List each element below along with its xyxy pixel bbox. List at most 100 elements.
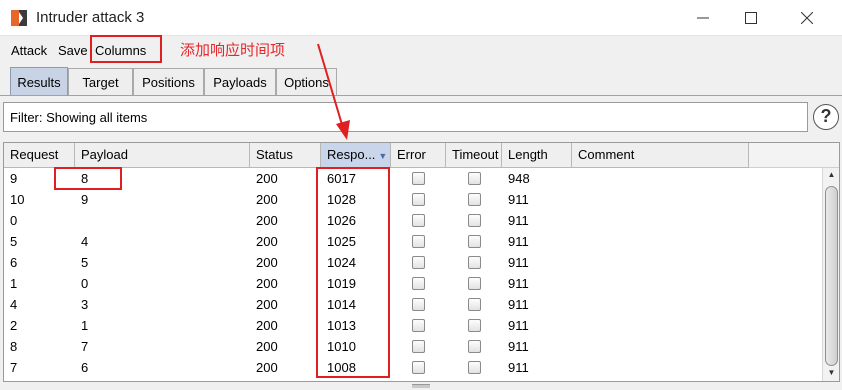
tab-results[interactable]: Results bbox=[10, 67, 68, 96]
cell-comment bbox=[572, 357, 578, 378]
cell-comment bbox=[572, 273, 578, 294]
cell-status: 200 bbox=[256, 192, 278, 207]
menu-attack[interactable]: Attack bbox=[11, 43, 47, 58]
timeout-checkbox[interactable] bbox=[468, 277, 481, 290]
table-row[interactable]: 4 3 200 1014 911 bbox=[4, 294, 819, 315]
cell-status: 200 bbox=[256, 318, 278, 333]
scrollbar-thumb[interactable] bbox=[825, 186, 838, 366]
menu-save[interactable]: Save bbox=[58, 43, 88, 58]
timeout-checkbox[interactable] bbox=[468, 256, 481, 269]
cell-length: 911 bbox=[508, 213, 529, 228]
cell-payload bbox=[75, 210, 81, 231]
timeout-checkbox[interactable] bbox=[468, 361, 481, 374]
column-header-comment[interactable]: Comment bbox=[572, 143, 749, 168]
error-checkbox[interactable] bbox=[412, 235, 425, 248]
cell-payload: 1 bbox=[81, 318, 89, 333]
table-row[interactable]: 9 8 200 6017 948 bbox=[4, 168, 819, 189]
results-table: Request Payload Status Respo... ▼ Error T… bbox=[3, 142, 840, 382]
tab-label: Results bbox=[17, 74, 61, 90]
help-icon[interactable]: ? bbox=[813, 104, 839, 130]
scroll-down-icon[interactable]: ▼ bbox=[823, 368, 839, 381]
table-row[interactable]: 10 9 200 1028 911 bbox=[4, 189, 819, 210]
table-row[interactable]: 0 200 1026 911 bbox=[4, 210, 819, 231]
column-header-length[interactable]: Length bbox=[502, 143, 572, 168]
minimize-icon bbox=[697, 17, 709, 19]
tab-label: Positions bbox=[142, 74, 195, 90]
maximize-button[interactable] bbox=[728, 0, 774, 36]
cell-request: 8 bbox=[10, 339, 18, 354]
header-label: Length bbox=[508, 147, 548, 162]
cell-length: 911 bbox=[508, 192, 529, 207]
cell-comment bbox=[572, 210, 578, 231]
header-label: Payload bbox=[81, 147, 128, 162]
cell-request: 9 bbox=[10, 171, 18, 186]
error-checkbox[interactable] bbox=[412, 340, 425, 353]
cell-status: 200 bbox=[256, 171, 278, 186]
minimize-button[interactable] bbox=[680, 0, 726, 36]
timeout-checkbox[interactable] bbox=[468, 340, 481, 353]
cell-length: 911 bbox=[508, 339, 529, 354]
maximize-icon bbox=[745, 12, 757, 24]
close-button[interactable] bbox=[784, 0, 830, 36]
timeout-checkbox[interactable] bbox=[468, 298, 481, 311]
cell-payload: 6 bbox=[81, 360, 89, 375]
error-checkbox[interactable] bbox=[412, 193, 425, 206]
error-checkbox[interactable] bbox=[412, 214, 425, 227]
tab-target[interactable]: Target bbox=[68, 68, 133, 95]
cell-comment bbox=[572, 252, 578, 273]
table-row[interactable]: 7 6 200 1008 911 bbox=[4, 357, 819, 378]
error-checkbox[interactable] bbox=[412, 319, 425, 332]
header-label: Comment bbox=[578, 147, 635, 162]
timeout-checkbox[interactable] bbox=[468, 193, 481, 206]
error-checkbox[interactable] bbox=[412, 298, 425, 311]
split-pane-handle[interactable] bbox=[412, 384, 430, 388]
error-checkbox[interactable] bbox=[412, 172, 425, 185]
annotation-arrow-icon bbox=[317, 43, 350, 140]
sort-descending-icon: ▼ bbox=[378, 151, 388, 161]
column-header-payload[interactable]: Payload bbox=[75, 143, 250, 168]
column-header-request[interactable]: Request bbox=[4, 143, 75, 168]
cell-length: 911 bbox=[508, 276, 529, 291]
cell-request: 1 bbox=[10, 276, 18, 291]
tab-label: Target bbox=[82, 74, 119, 90]
tab-payloads[interactable]: Payloads bbox=[204, 68, 276, 95]
error-checkbox[interactable] bbox=[412, 277, 425, 290]
cell-request: 4 bbox=[10, 297, 18, 312]
scroll-up-icon[interactable]: ▲ bbox=[823, 170, 839, 184]
cell-length: 911 bbox=[508, 255, 529, 270]
vertical-scrollbar[interactable]: ▲ ▼ bbox=[822, 168, 839, 381]
timeout-checkbox[interactable] bbox=[468, 172, 481, 185]
cell-request: 5 bbox=[10, 234, 18, 249]
column-header-timeout[interactable]: Timeout bbox=[446, 143, 502, 168]
annotation-box-payload bbox=[54, 167, 122, 190]
header-label: Error bbox=[397, 147, 426, 162]
table-row[interactable]: 1 0 200 1019 911 bbox=[4, 273, 819, 294]
table-row[interactable]: 6 5 200 1024 911 bbox=[4, 252, 819, 273]
table-row[interactable]: 8 7 200 1010 911 bbox=[4, 336, 819, 357]
table-row[interactable]: 5 4 200 1025 911 bbox=[4, 231, 819, 252]
cell-comment bbox=[572, 294, 578, 315]
column-header-error[interactable]: Error bbox=[391, 143, 446, 168]
cell-status: 200 bbox=[256, 213, 278, 228]
cell-request: 10 bbox=[10, 192, 25, 207]
burp-logo-icon bbox=[11, 10, 27, 26]
header-label: Timeout bbox=[452, 147, 499, 162]
table-row[interactable]: 2 1 200 1013 911 bbox=[4, 315, 819, 336]
timeout-checkbox[interactable] bbox=[468, 319, 481, 332]
table-body: 9 8 200 6017 948 10 9 200 1028 911 0 200 1026 911 5 4 20… bbox=[4, 168, 819, 378]
cell-request: 0 bbox=[10, 213, 18, 228]
header-label: Status bbox=[256, 147, 293, 162]
filter-text: Filter: Showing all items bbox=[10, 110, 148, 125]
tab-panel-border bbox=[0, 95, 842, 96]
error-checkbox[interactable] bbox=[412, 361, 425, 374]
tab-positions[interactable]: Positions bbox=[133, 68, 204, 95]
error-checkbox[interactable] bbox=[412, 256, 425, 269]
header-label: Request bbox=[10, 147, 59, 162]
timeout-checkbox[interactable] bbox=[468, 214, 481, 227]
timeout-checkbox[interactable] bbox=[468, 235, 481, 248]
cell-length: 911 bbox=[508, 360, 529, 375]
cell-status: 200 bbox=[256, 234, 278, 249]
filter-bar[interactable]: Filter: Showing all items bbox=[3, 102, 808, 132]
cell-comment bbox=[572, 168, 578, 189]
cell-length: 911 bbox=[508, 234, 529, 249]
